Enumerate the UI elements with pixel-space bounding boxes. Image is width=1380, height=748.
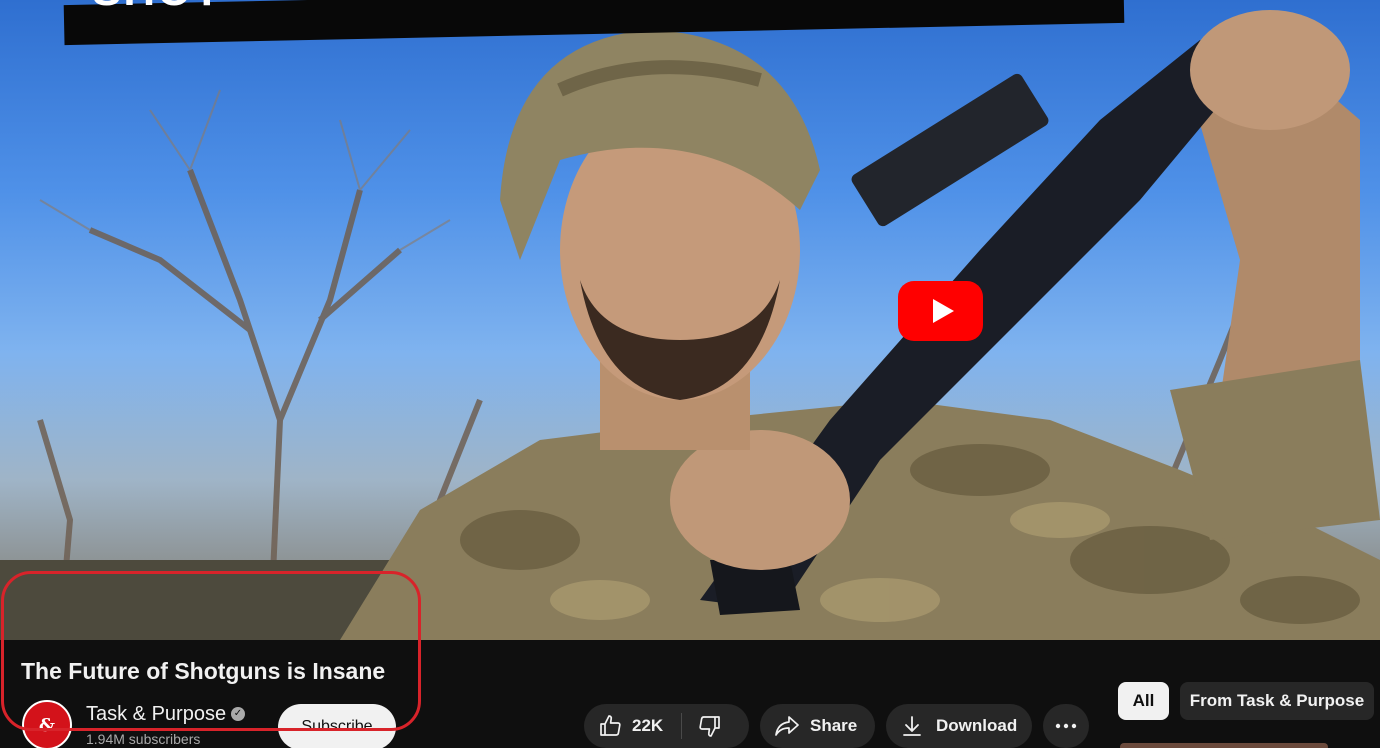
- avatar-logo: &: [38, 714, 56, 736]
- video-metadata: The Future of Shotguns is Insane & Task …: [0, 640, 1380, 748]
- download-label: Download: [936, 716, 1018, 735]
- recommended-video-thumbnail[interactable]: [1120, 743, 1328, 748]
- channel-avatar[interactable]: &: [22, 700, 72, 748]
- play-button[interactable]: [898, 281, 983, 341]
- left-hand: [670, 430, 850, 570]
- shotgun-optic: [851, 73, 1049, 227]
- youtube-watch-page: SHOT The Future of Shotguns is Insane & …: [0, 0, 1380, 748]
- like-button[interactable]: 22K: [584, 704, 663, 748]
- dislike-button[interactable]: [682, 704, 722, 748]
- video-title: The Future of Shotguns is Insane: [21, 658, 386, 684]
- share-label: Share: [810, 716, 858, 735]
- share-arrow-icon: [775, 716, 799, 736]
- subscribe-button[interactable]: Subscribe: [278, 704, 396, 748]
- video-frame: [0, 10, 1380, 640]
- more-actions-button[interactable]: [1043, 704, 1089, 748]
- subscriber-count: 1.94M subscribers: [86, 731, 201, 747]
- download-icon: [903, 716, 921, 736]
- thumbs-up-icon: [600, 715, 621, 736]
- like-count: 22K: [632, 716, 664, 735]
- play-icon: [932, 299, 954, 323]
- download-button[interactable]: Download: [886, 704, 1032, 748]
- chip-all[interactable]: All: [1118, 682, 1169, 720]
- share-button[interactable]: Share: [760, 704, 875, 748]
- right-hand: [1190, 10, 1350, 130]
- channel-name[interactable]: Task & Purpose: [86, 703, 226, 726]
- chip-from-channel[interactable]: From Task & Purpose: [1180, 682, 1374, 720]
- thumbnail-banner-text: SHOT: [92, 0, 222, 16]
- video-player[interactable]: SHOT: [0, 0, 1380, 640]
- thumbs-down-icon: [699, 716, 721, 737]
- like-dislike-group: 22K: [584, 704, 749, 748]
- more-dots-icon: [1055, 723, 1077, 729]
- verified-check-icon: ✓: [231, 707, 245, 721]
